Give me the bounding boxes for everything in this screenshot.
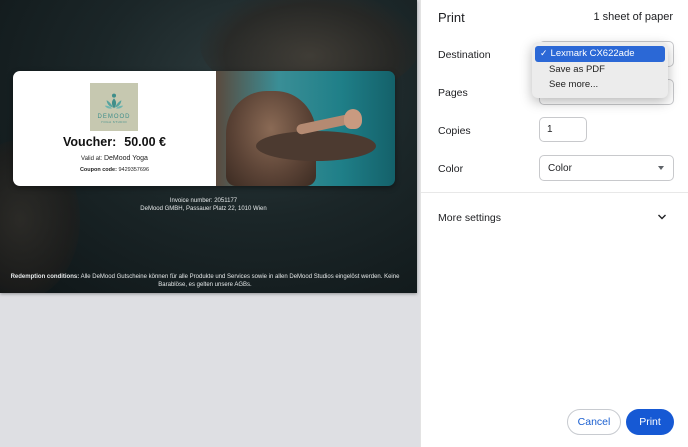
company-address: DeMood GMBH, Passauer Platz 22, 1010 Wie…	[140, 206, 267, 212]
color-label: Color	[438, 163, 464, 175]
color-value: Color	[548, 162, 572, 174]
chevron-down-icon	[658, 166, 664, 170]
print-preview: DEMOOD YOGA STUDIO Voucher: 50.00 € Valid…	[0, 0, 420, 447]
voucher-info-panel: DEMOOD YOGA STUDIO Voucher: 50.00 € Valid…	[13, 71, 216, 186]
photo-knee	[256, 131, 376, 161]
checkmark-icon: ✓	[540, 48, 548, 59]
option-label: Save as PDF	[549, 63, 605, 75]
destination-dropdown-menu: ✓ Lexmark CX622ade Save as PDF See more..…	[532, 42, 668, 98]
voucher-amount: 50.00 €	[124, 135, 166, 149]
photo-hand	[344, 109, 362, 129]
copies-label: Copies	[438, 125, 471, 137]
voucher-card: DEMOOD YOGA STUDIO Voucher: 50.00 € Valid…	[13, 71, 395, 186]
coupon-value: 9429357696	[118, 167, 150, 173]
sheet-count: 1 sheet of paper	[593, 11, 673, 23]
destination-label: Destination	[438, 49, 491, 61]
valid-value: DeMood Yoga	[103, 155, 148, 162]
redemption-text: Alle DeMood Gutscheine können für alle P…	[80, 274, 400, 288]
cancel-button[interactable]: Cancel	[567, 409, 621, 435]
chevron-down-icon[interactable]	[657, 212, 667, 222]
voucher-label: Voucher:	[63, 135, 117, 149]
invoice-number: Invoice number: 2051177	[169, 198, 238, 204]
divider	[421, 192, 688, 193]
dialog-title: Print	[438, 10, 465, 25]
lotus-icon	[104, 93, 124, 109]
copies-input[interactable]: 1	[539, 117, 587, 142]
redemption-label: Redemption conditions:	[10, 274, 80, 280]
redemption-conditions: Redemption conditions: Alle DeMood Gutsc…	[5, 273, 405, 289]
destination-option-lexmark[interactable]: ✓ Lexmark CX622ade	[535, 46, 665, 62]
valid-at: Valid at: DeMood Yoga	[13, 155, 216, 162]
voucher-title: Voucher: 50.00 €	[13, 135, 216, 149]
print-button[interactable]: Print	[626, 409, 674, 435]
option-label: Lexmark CX622ade	[550, 48, 635, 60]
option-label: See more...	[549, 79, 599, 91]
logo-subtitle: YOGA STUDIO	[100, 119, 128, 124]
coupon-code: Coupon code: 9429357696	[13, 167, 216, 173]
pages-label: Pages	[438, 87, 468, 99]
destination-option-save-pdf[interactable]: Save as PDF	[535, 62, 665, 78]
invoice-info: Invoice number: 2051177 DeMood GMBH, Pas…	[0, 197, 407, 213]
preview-page: DEMOOD YOGA STUDIO Voucher: 50.00 € Valid…	[0, 0, 417, 293]
valid-label: Valid at:	[81, 156, 103, 162]
demood-logo: DEMOOD YOGA STUDIO	[90, 83, 138, 131]
color-select[interactable]: Color	[539, 155, 674, 181]
more-settings-toggle[interactable]: More settings	[438, 212, 501, 224]
coupon-label: Coupon code:	[79, 167, 117, 173]
yoga-photo	[216, 71, 395, 186]
destination-option-see-more[interactable]: See more...	[535, 77, 665, 93]
